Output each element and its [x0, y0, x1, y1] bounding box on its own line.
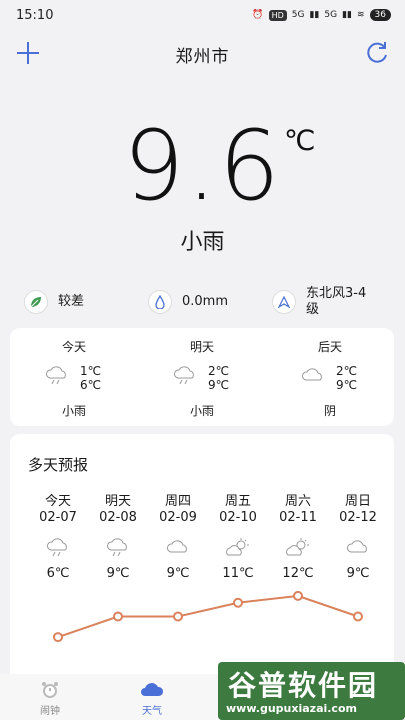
cloud-icon	[167, 540, 187, 553]
short-day: 后天	[317, 340, 342, 354]
battery-level: 36	[369, 9, 391, 21]
temperature-value: 9.6	[123, 110, 282, 222]
precipitation-value: 0.0mm	[182, 294, 229, 309]
temperature-unit: ℃	[284, 124, 316, 157]
sun-cloud-icon	[226, 538, 249, 556]
trend-point	[233, 597, 243, 608]
signal-label-2: 5G	[324, 10, 338, 20]
short-low: 1℃	[80, 364, 102, 378]
short-forecast-today[interactable]: 今天 1℃ 6℃ 小雨	[10, 328, 138, 426]
forecast-day-name: 周六	[284, 494, 311, 509]
trend-point	[353, 611, 363, 622]
short-temps: 2℃ 9℃	[336, 364, 357, 392]
forecast-temp: 9℃	[106, 566, 130, 581]
short-day: 明天	[189, 340, 214, 354]
leaf-icon	[24, 290, 48, 314]
forecast-day-name: 明天	[104, 494, 131, 509]
three-day-card: 今天 1℃ 6℃ 小雨 明天 2℃ 9℃ 小雨 后天 2℃ 9℃ 阴	[10, 328, 394, 426]
forecast-temp: 11℃	[222, 566, 254, 581]
precipitation-metric: 0.0mm	[148, 290, 228, 314]
forecast-temp: 12℃	[282, 566, 314, 581]
wifi-icon: ≋	[357, 10, 365, 20]
wind-direction-icon	[272, 290, 296, 314]
alarm-clock-icon	[42, 682, 58, 698]
watermark-logo: 谷普软件园 www.gupuxiazai.com	[218, 662, 405, 720]
multi-day-card: 多天预报 今天 02-07 6℃ 明天 02-08 9℃ 周四 02-09 9℃ 周五 02-10 1…	[10, 434, 394, 684]
short-forecast-day-after[interactable]: 后天 2℃ 9℃ 阴	[266, 328, 394, 426]
top-bar: 郑州市	[0, 32, 405, 72]
forecast-day-column[interactable]: 周四 02-09 9℃	[148, 490, 208, 581]
air-quality-value: 较差	[58, 294, 85, 309]
forecast-day-column[interactable]: 今天 02-07 6℃	[28, 490, 88, 581]
refresh-icon[interactable]	[363, 39, 391, 67]
trend-point	[293, 590, 303, 601]
short-low: 2℃	[336, 364, 358, 378]
cloud-rain-icon	[174, 366, 194, 385]
current-temperature: 9.6 ℃	[0, 110, 405, 222]
tab-alarm-label: 闹钟	[40, 706, 60, 717]
short-weather: 小雨	[61, 404, 86, 418]
temperature-trend-chart	[53, 590, 363, 643]
short-day: 今天	[61, 340, 86, 354]
forecast-day-column[interactable]: 周五 02-10 11℃	[208, 490, 268, 581]
short-forecast-tomorrow[interactable]: 明天 2℃ 9℃ 小雨	[138, 328, 266, 426]
tab-weather-label: 天气	[142, 706, 162, 717]
metrics-row: 较差 0.0mm 东北风3-4级	[0, 286, 405, 326]
tab-weather[interactable]: 天气	[122, 674, 182, 717]
short-low: 2℃	[208, 364, 230, 378]
short-high: 9℃	[208, 378, 230, 392]
forecast-date: 02-09	[159, 510, 197, 525]
watermark-text: 谷普软件园	[228, 669, 379, 702]
current-condition: 小雨	[180, 230, 225, 255]
watermark-url: www.gupuxiazai.com	[226, 702, 357, 715]
trend-line	[57, 594, 359, 639]
cloud-icon	[302, 368, 322, 381]
status-bar: 15:10 ⏰ HD 5G ▮▮ 5G ▮▮ ≋ 36	[0, 0, 405, 30]
trend-point	[173, 611, 183, 622]
signal-icon-2: ▮▮	[342, 10, 352, 20]
cloud-icon	[347, 540, 367, 553]
short-weather: 阴	[323, 404, 336, 418]
short-weather: 小雨	[189, 404, 214, 418]
wind-value: 东北风3-4级	[306, 286, 367, 317]
sun-cloud-icon	[286, 538, 309, 556]
short-temps: 2℃ 9℃	[208, 364, 229, 392]
cloud-rain-icon	[47, 538, 67, 557]
forecast-day-column[interactable]: 周六 02-11 12℃	[268, 490, 328, 581]
cloud-rain-icon	[107, 538, 127, 557]
air-quality-metric: 较差	[24, 290, 84, 314]
forecast-date: 02-11	[279, 510, 317, 525]
city-title[interactable]: 郑州市	[0, 42, 405, 67]
short-high: 6℃	[80, 378, 102, 392]
status-icons: ⏰ HD 5G ▮▮ 5G ▮▮ ≋ 36	[252, 9, 391, 21]
wind-metric: 东北风3-4级	[272, 286, 378, 318]
hd-badge: HD	[268, 9, 287, 21]
tab-alarm[interactable]: 闹钟	[20, 674, 80, 717]
forecast-temp: 9℃	[346, 566, 370, 581]
forecast-day-column[interactable]: 明天 02-08 9℃	[88, 490, 148, 581]
raindrop-icon	[148, 290, 172, 314]
forecast-date: 02-07	[39, 510, 77, 525]
status-time: 15:10	[16, 8, 54, 23]
weather-cloud-icon	[141, 683, 164, 696]
forecast-day-name: 周五	[224, 494, 251, 509]
multi-forecast-title: 多天预报	[28, 456, 89, 474]
alarm-status-icon: ⏰	[252, 10, 264, 20]
trend-point	[113, 611, 123, 622]
forecast-day-name: 周四	[164, 494, 191, 509]
forecast-day-column[interactable]: 周日 02-12 9℃	[328, 490, 388, 581]
forecast-temp: 9℃	[166, 566, 190, 581]
signal-label-1: 5G	[291, 10, 305, 20]
forecast-temp: 6℃	[46, 566, 70, 581]
forecast-date: 02-08	[99, 510, 137, 525]
signal-icon: ▮▮	[309, 10, 320, 20]
short-temps: 1℃ 6℃	[80, 364, 101, 392]
forecast-day-name: 周日	[344, 494, 371, 509]
forecast-date: 02-12	[339, 510, 377, 525]
forecast-date: 02-10	[219, 510, 257, 525]
trend-point	[53, 632, 63, 643]
cloud-rain-icon	[46, 366, 66, 385]
forecast-day-name: 今天	[44, 494, 71, 509]
short-high: 9℃	[336, 378, 358, 392]
